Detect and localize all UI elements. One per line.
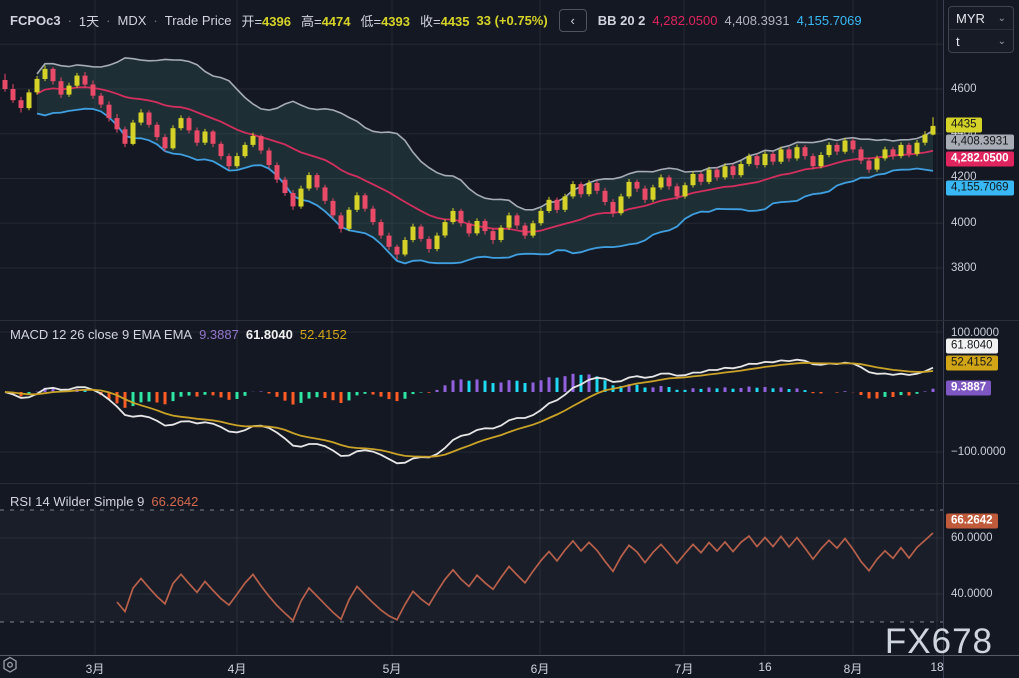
close-value: 收=4435: [417, 11, 470, 30]
price-axis-badge: 4,282.0500: [946, 152, 1014, 167]
bb-basis-value: 4,282.0500: [652, 13, 717, 28]
time-tick: 8月: [844, 660, 863, 677]
chevron-down-icon: ⌄: [998, 13, 1006, 24]
rsi-axis-label: 60.0000: [951, 532, 993, 544]
macd-axis-label: 100.0000: [951, 327, 999, 339]
macd-line-value: 61.8040: [246, 327, 293, 342]
chevron-left-icon: ‹: [571, 13, 575, 28]
interval-label: 1天: [79, 11, 99, 30]
axis-settings-gear-icon[interactable]: [0, 655, 20, 675]
price-axis-badge: 4,408.3931: [946, 135, 1014, 150]
high-value: 高=4474: [298, 11, 351, 30]
unit-value: t: [956, 34, 960, 49]
unit-dropdown[interactable]: t ⌄: [949, 29, 1013, 52]
time-tick: 6月: [531, 660, 550, 677]
price-axis-badge: 4,155.7069: [946, 181, 1014, 196]
macd-axis-badge: 61.8040: [946, 339, 998, 354]
rsi-indicator-title: RSI 14 Wilder Simple 9: [10, 494, 144, 509]
price-axis-label: 3800: [951, 262, 977, 274]
price-axis-label: 4600: [951, 83, 977, 95]
macd-axis-badge: 9.3887: [946, 381, 991, 396]
exchange-label: MDX: [118, 13, 147, 28]
time-axis-border: [0, 655, 1019, 656]
macd-axis-badge: 52.4152: [946, 356, 998, 371]
bb-lower-value: 4,155.7069: [797, 13, 862, 28]
price-axis-badge: 4435: [946, 118, 982, 133]
main-legend: FCPOc3 · 1天 · MDX · Trade Price 开=4396 高…: [10, 9, 862, 32]
symbol-name: FCPOc3: [10, 13, 61, 28]
time-tick: 7月: [675, 660, 694, 677]
time-axis[interactable]: 3月 4月 5月 6月 7月 16 8月 18: [0, 655, 1019, 678]
macd-axis-label: −100.0000: [951, 446, 1006, 458]
change-value: 33 (+0.75%): [477, 13, 548, 28]
time-tick: 18: [930, 660, 943, 674]
macd-signal-value: 52.4152: [300, 327, 347, 342]
axis-unit-panel: MYR ⌄ t ⌄: [948, 6, 1014, 53]
currency-dropdown[interactable]: MYR ⌄: [949, 7, 1013, 29]
price-axis-label: 4000: [951, 217, 977, 229]
time-tick: 4月: [228, 660, 247, 677]
time-tick: 16: [758, 660, 771, 674]
low-value: 低=4393: [357, 11, 410, 30]
pane-divider-macd-rsi[interactable]: [0, 483, 1019, 484]
chevron-down-icon: ⌄: [998, 36, 1006, 47]
currency-value: MYR: [956, 11, 985, 26]
macd-pane[interactable]: [0, 320, 943, 483]
collapse-legend-button[interactable]: ‹: [559, 9, 587, 32]
price-type-label: Trade Price: [165, 13, 232, 28]
price-axis-column[interactable]: 4600440042004000380044354,408.39314,282.…: [943, 0, 1019, 678]
pane-divider-price-macd[interactable]: [0, 320, 1019, 321]
open-value: 开=4396: [238, 11, 291, 30]
rsi-axis-label: 40.0000: [951, 588, 993, 600]
price-pane[interactable]: [0, 0, 943, 320]
time-tick: 5月: [383, 660, 402, 677]
trading-chart-app: FCPOc3 · 1天 · MDX · Trade Price 开=4396 高…: [0, 0, 1019, 678]
time-tick: 3月: [86, 660, 105, 677]
macd-hist-value: 9.3887: [199, 327, 239, 342]
bb-upper-value: 4,408.3931: [724, 13, 789, 28]
macd-indicator-title: MACD 12 26 close 9 EMA EMA: [10, 327, 192, 342]
macd-legend: MACD 12 26 close 9 EMA EMA 9.3887 61.804…: [10, 327, 347, 342]
rsi-axis-badge: 66.2642: [946, 514, 998, 529]
rsi-value: 66.2642: [151, 494, 198, 509]
rsi-legend: RSI 14 Wilder Simple 9 66.2642: [10, 494, 198, 509]
bb-indicator-title: BB 20 2: [598, 13, 646, 28]
